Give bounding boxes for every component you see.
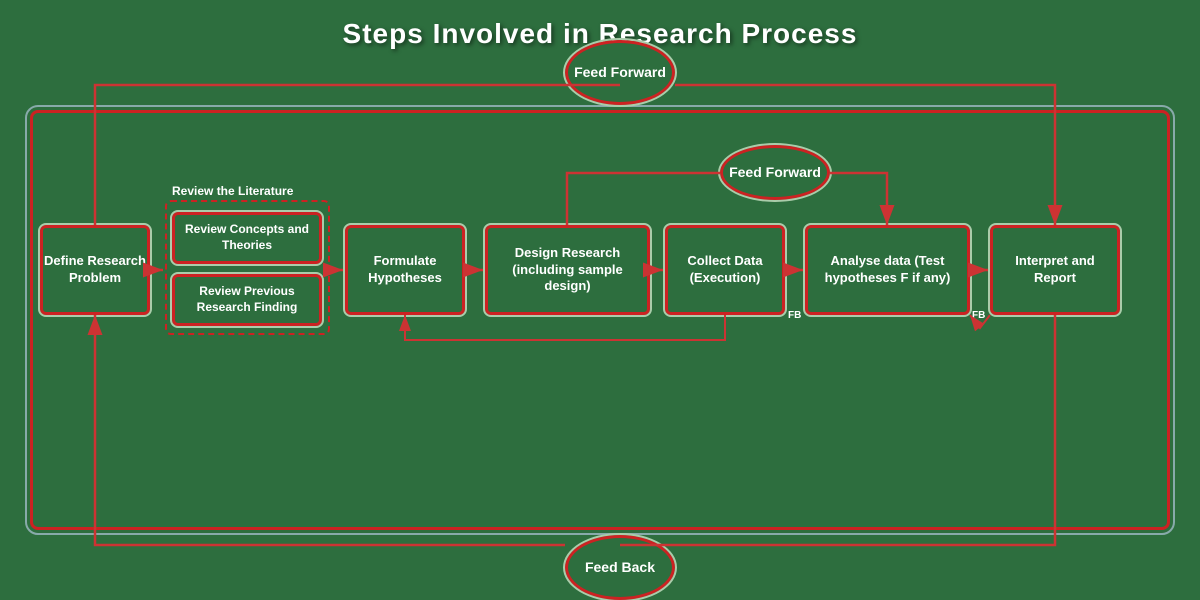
feed-forward-top-oval: Feed Forward [565, 40, 675, 105]
review-literature-group: Review the Literature Review Concepts an… [165, 200, 330, 335]
feed-forward-mid-oval: Feed Forward [720, 145, 830, 200]
lit-label: Review the Literature [172, 184, 293, 198]
review-previous-box: Review Previous Research Finding [172, 274, 322, 326]
analyse-data-box: Analyse data (Test hypotheses F if any) [805, 225, 970, 315]
collect-data-box: Collect Data (Execution) [665, 225, 785, 315]
feed-back-oval: Feed Back [565, 535, 675, 600]
design-research-box: Design Research (including sample design… [485, 225, 650, 315]
fb-label-2: FB [972, 310, 985, 321]
diagram-container: Feed Forward Feed Forward Feed Back Defi… [30, 70, 1170, 570]
review-concepts-box: Review Concepts and Theories [172, 212, 322, 264]
fb-label-1: FB [788, 310, 801, 321]
define-research-problem-box: Define Research Problem [40, 225, 150, 315]
formulate-hypotheses-box: Formulate Hypotheses [345, 225, 465, 315]
interpret-report-box: Interpret and Report [990, 225, 1120, 315]
